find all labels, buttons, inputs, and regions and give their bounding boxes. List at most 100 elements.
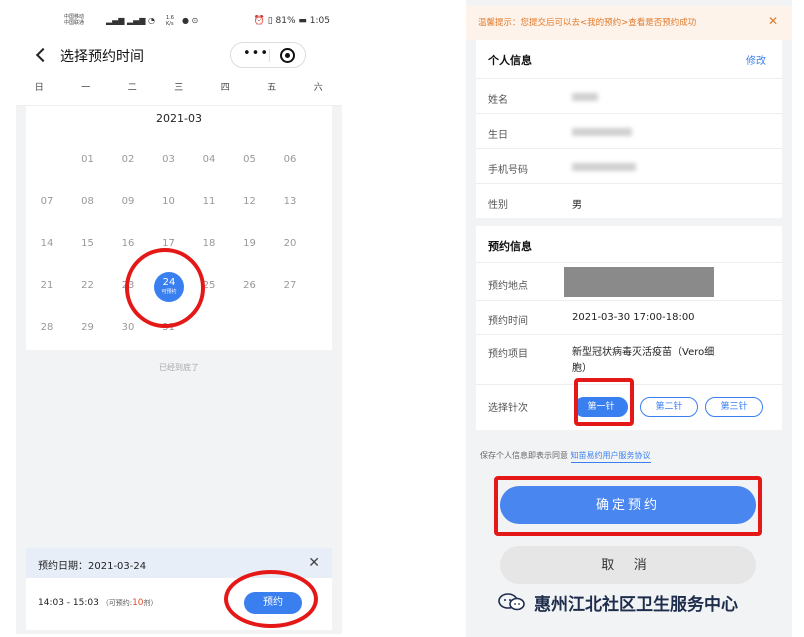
calendar-day[interactable]: 21 [32, 280, 62, 291]
calendar-day[interactable]: 07 [32, 196, 62, 207]
wechat-icon [498, 593, 525, 611]
close-program-icon[interactable] [280, 48, 295, 63]
booking-info-title: 预约信息 [488, 240, 532, 253]
gender-label: 性别 [488, 200, 508, 211]
capsule-divider [269, 49, 270, 62]
annotation-rect-dose [574, 378, 634, 426]
carrier-labels: 中国移动 中国联通 [64, 14, 84, 26]
calendar-day[interactable]: 18 [194, 238, 224, 249]
place-label: 预约地点 [488, 281, 528, 292]
right-phone-screen: 温馨提示：您提交后可以去<我的预约>查看是否预约成功 ✕ 个人信息 修改 姓名 … [466, 0, 792, 637]
name-label: 姓名 [488, 95, 508, 106]
slot-count: 10 [132, 598, 144, 608]
calendar-day[interactable]: 08 [73, 196, 103, 207]
calendar-day[interactable]: 29 [73, 322, 103, 333]
weekday-label: 五 [267, 83, 277, 93]
time-label: 预约时间 [488, 316, 528, 327]
watermark-text: 惠州江北社区卫生服务中心 [534, 595, 738, 615]
dose-label: 选择针次 [488, 403, 528, 414]
slot-avail-prefix: （可预约: [101, 599, 133, 607]
item-value-line1: 新型冠状病毒灭活疫苗（Vero细 [572, 347, 715, 358]
more-icon[interactable]: ••• [243, 46, 269, 61]
time-slot-text: 14:03 - 15:03 （可预约:10剂） [38, 598, 158, 608]
calendar-day[interactable]: 13 [275, 196, 305, 207]
close-icon[interactable]: ✕ [308, 555, 320, 571]
screenshot-stage: 中国移动 中国联通 ▂▄▆ ▂▄▆ ◔ 1.6 K/s ● ⊙ ⏰ ▯ 81% … [0, 0, 804, 637]
notice-text: 温馨提示：您提交后可以去<我的预约>查看是否预约成功 [478, 18, 697, 28]
calendar-day[interactable]: 27 [275, 280, 305, 291]
status-bar: 中国移动 中国联通 ▂▄▆ ▂▄▆ ◔ 1.6 K/s ● ⊙ ⏰ ▯ 81% … [16, 6, 342, 36]
calendar-day[interactable]: 28 [32, 322, 62, 333]
agreement-link[interactable]: 知苗易约用户服务协议 [570, 451, 651, 463]
phone-row: 手机号码 [476, 148, 782, 183]
cancel-button[interactable]: 取 消 [500, 546, 756, 584]
phone-redacted [572, 163, 636, 171]
agreement-text: 保存个人信息即表示同意 知苗易约用户服务协议 [480, 450, 651, 463]
annotation-oval-book [224, 570, 318, 628]
calendar-day[interactable]: 09 [113, 196, 143, 207]
calendar-day[interactable]: 15 [73, 238, 103, 249]
mini-program-capsule: ••• [230, 42, 306, 68]
weekday-label: 二 [127, 83, 137, 93]
calendar-day[interactable]: 19 [235, 238, 265, 249]
notice-banner: 温馨提示：您提交后可以去<我的预约>查看是否预约成功 ✕ [466, 6, 792, 40]
speed-text: 1.6 K/s [166, 15, 174, 27]
place-row: 预约地点 [476, 262, 782, 300]
gender-row: 性别 男 [476, 183, 782, 218]
birth-redacted [572, 128, 632, 136]
clock: 1:05 [309, 16, 330, 26]
weekday-label: 日 [34, 83, 44, 93]
calendar-day[interactable]: 16 [113, 238, 143, 249]
dose-3-button[interactable]: 第三针 [705, 397, 763, 417]
status-right: ⏰ ▯ 81% ▬ 1:05 [254, 16, 330, 26]
app-icons: ● ⊙ [182, 16, 199, 25]
carrier-2: 中国联通 [64, 20, 85, 26]
place-redacted [564, 267, 714, 297]
calendar-day[interactable]: 20 [275, 238, 305, 249]
time-row: 预约时间 2021-03-30 17:00-18:00 [476, 300, 782, 334]
selected-date-label: 预约日期：2021-03-24 [38, 561, 147, 572]
gender-value: 男 [572, 200, 582, 211]
edit-link[interactable]: 修改 [746, 52, 766, 67]
personal-info-title: 个人信息 [488, 54, 532, 67]
name-row: 姓名 [476, 78, 782, 113]
battery-icon: ▬ [295, 16, 310, 26]
birth-label: 生日 [488, 130, 508, 141]
time-value: 2021-03-30 17:00-18:00 [572, 312, 695, 323]
calendar-day[interactable]: 04 [194, 154, 224, 165]
calendar-day[interactable]: 03 [154, 154, 184, 165]
calendar-day[interactable]: 30 [113, 322, 143, 333]
weekday-label: 六 [313, 83, 323, 93]
annotation-circle-day [125, 248, 205, 328]
calendar-day[interactable]: 26 [235, 280, 265, 291]
end-of-list-tip: 已经到底了 [159, 363, 199, 372]
calendar-day[interactable]: 12 [235, 196, 265, 207]
calendar-day[interactable]: 01 [73, 154, 103, 165]
name-redacted [572, 93, 598, 101]
battery-percent: 81% [275, 16, 296, 26]
calendar-day[interactable]: 22 [73, 280, 103, 291]
alarm-icon: ⏰ ▯ [253, 16, 276, 26]
calendar-day[interactable]: 05 [235, 154, 265, 165]
weekday-label: 一 [81, 83, 91, 93]
month-label: 2021-03 [156, 112, 202, 125]
item-row: 预约项目 新型冠状病毒灭活疫苗（Vero细 胞） [476, 334, 782, 384]
calendar-day[interactable]: 10 [154, 196, 184, 207]
item-label: 预约项目 [488, 349, 528, 360]
notice-close-icon[interactable]: ✕ [768, 14, 778, 28]
slot-time: 14:03 - 15:03 [38, 598, 99, 608]
signal-icon: ▂▄▆ ▂▄▆ ◔ [106, 16, 155, 25]
nav-bar: 选择预约时间 ••• [16, 36, 342, 76]
calendar-day[interactable]: 11 [194, 196, 224, 207]
dose-2-button[interactable]: 第二针 [640, 397, 698, 417]
personal-info-card: 个人信息 修改 姓名 生日 手机号码 性别 男 [476, 40, 782, 218]
weekday-header: 日一二三四五六 [16, 76, 342, 106]
calendar-day[interactable]: 14 [32, 238, 62, 249]
birth-row: 生日 [476, 113, 782, 148]
back-arrow-icon[interactable] [35, 47, 51, 63]
calendar-day[interactable]: 06 [275, 154, 305, 165]
calendar-day[interactable]: 02 [113, 154, 143, 165]
item-value: 新型冠状病毒灭活疫苗（Vero细 胞） [572, 345, 714, 377]
page-title: 选择预约时间 [60, 49, 144, 65]
item-value-line2: 胞） [572, 363, 592, 374]
